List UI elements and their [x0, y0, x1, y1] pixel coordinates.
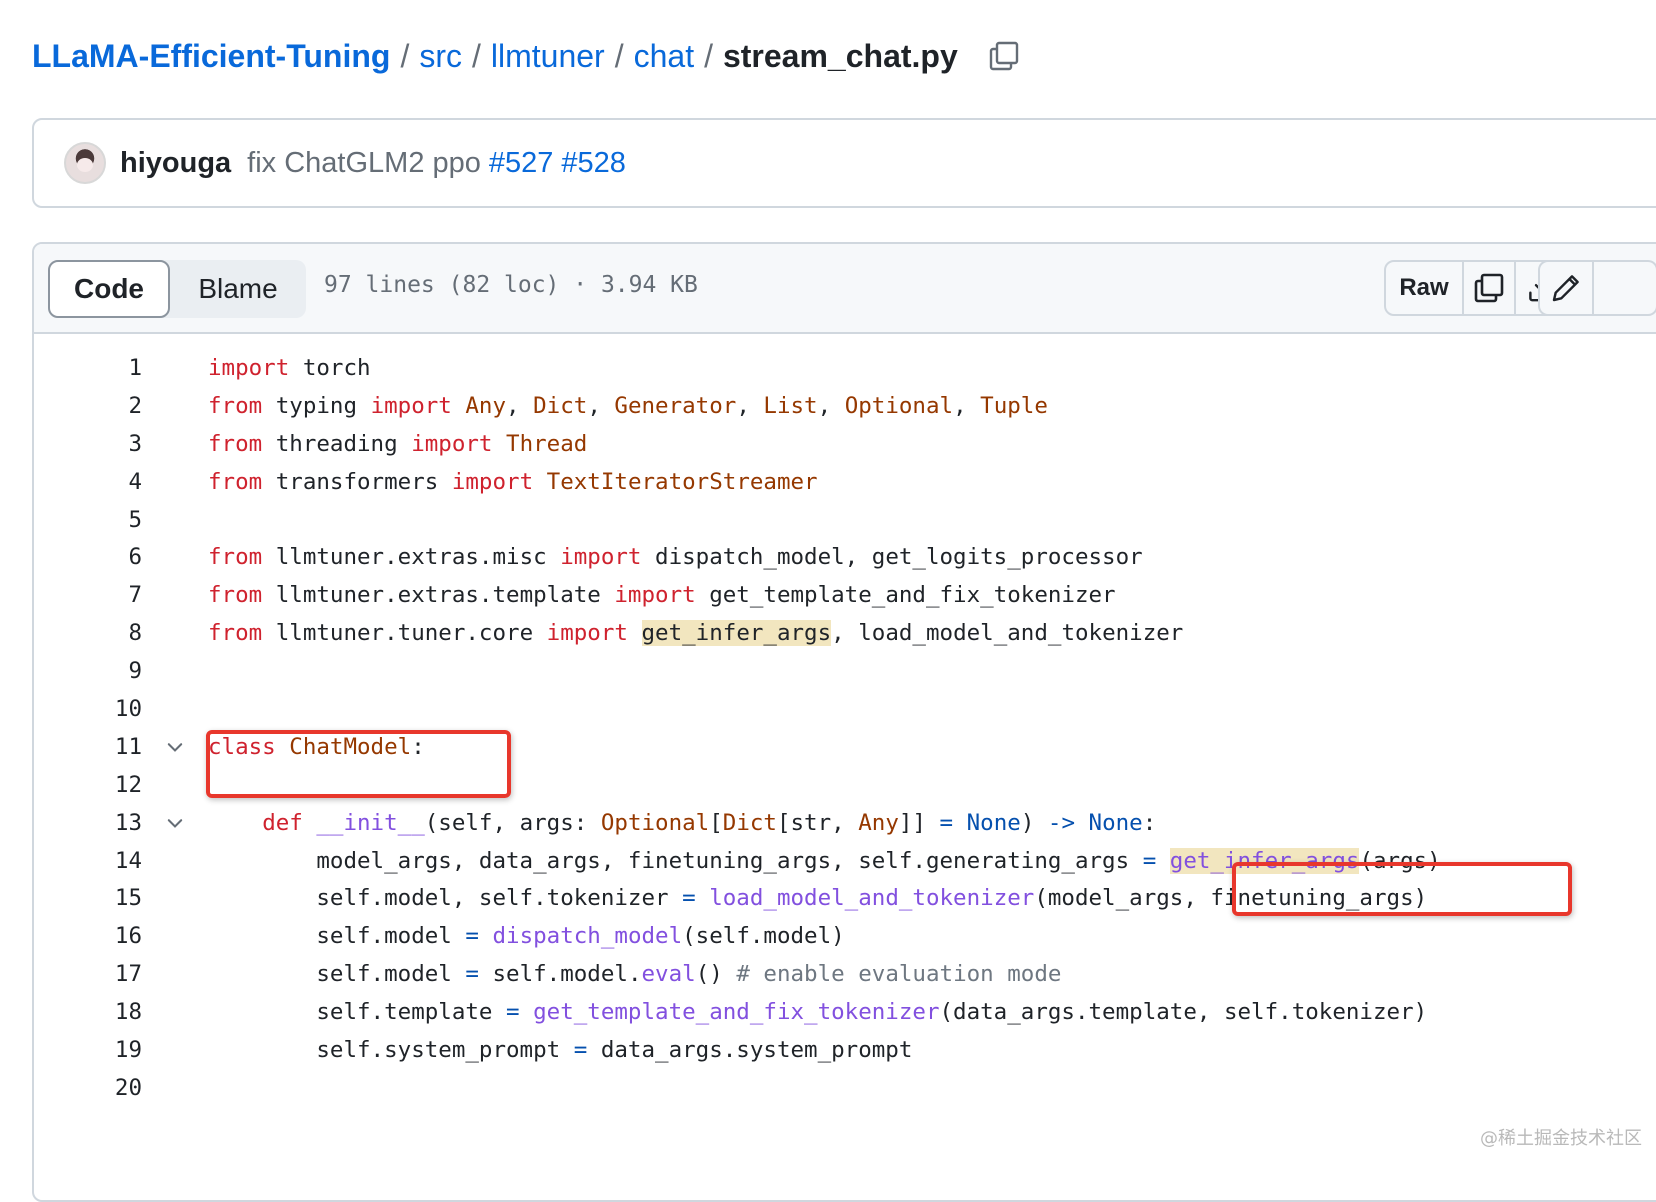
breadcrumb-file-name: stream_chat.py: [722, 37, 958, 74]
breadcrumb-separator: /: [472, 37, 481, 74]
edit-actions-group: [1538, 260, 1656, 316]
code-text: self.model = self.model.eval() # enable …: [208, 961, 1062, 988]
line-number[interactable]: 19: [34, 1037, 142, 1063]
avatar[interactable]: [64, 142, 106, 184]
code-line: 7 from llmtuner.extras.template import g…: [34, 576, 1656, 614]
code-text: self.system_prompt = data_args.system_pr…: [208, 1036, 913, 1063]
breadcrumb-repo-link[interactable]: LLaMA-Efficient-Tuning: [32, 38, 390, 75]
commit-ref-link[interactable]: #527: [489, 147, 554, 180]
breadcrumb-separator: /: [614, 37, 624, 74]
tab-code[interactable]: Code: [48, 260, 170, 318]
breadcrumb-separator: /: [400, 37, 410, 74]
file-info: 97 lines (82 loc) · 3.94 KB: [324, 272, 698, 298]
line-number[interactable]: 11: [34, 734, 142, 760]
code-line: 3 from threading import Thread: [34, 425, 1656, 463]
line-number[interactable]: 8: [34, 620, 142, 646]
breadcrumb: LLaMA-Efficient-Tuning / src / llmtuner …: [32, 30, 1022, 82]
copy-icon: [989, 41, 1018, 71]
code-line: 2 from typing import Any, Dict, Generato…: [34, 387, 1656, 425]
code-text: from threading import Thread: [208, 430, 588, 457]
edit-file-button[interactable]: [1540, 262, 1594, 314]
code-line: 1 import torch: [34, 349, 1656, 387]
fold-toggle[interactable]: [142, 812, 208, 834]
file-header: Code Blame 97 lines (82 loc) · 3.94 KB R…: [34, 244, 1656, 334]
line-number[interactable]: 16: [34, 923, 142, 949]
line-number[interactable]: 12: [34, 772, 142, 798]
line-number[interactable]: 18: [34, 999, 142, 1025]
code-line: 16 self.model = dispatch_model(self.mode…: [34, 917, 1656, 955]
line-number[interactable]: 5: [34, 507, 142, 533]
code-line: 17 self.model = self.model.eval() # enab…: [34, 955, 1656, 993]
code-line: 9: [34, 652, 1656, 690]
code-line: 19 self.system_prompt = data_args.system…: [34, 1031, 1656, 1069]
copy-path-button[interactable]: [986, 38, 1022, 74]
code-text: import torch: [208, 354, 371, 381]
code-line: 13 def __init__(self, args: Optional[Dic…: [34, 804, 1656, 842]
tab-blame[interactable]: Blame: [170, 260, 306, 318]
code-text: from llmtuner.extras.misc import dispatc…: [208, 544, 1143, 571]
file-viewer: Code Blame 97 lines (82 loc) · 3.94 KB R…: [32, 242, 1656, 1202]
commit-author-link[interactable]: hiyouga: [120, 147, 231, 180]
line-number[interactable]: 17: [34, 961, 142, 987]
latest-commit-bar: hiyouga fix ChatGLM2 ppo #527 #528: [32, 118, 1656, 208]
annotation-box-class-chatmodel: [206, 730, 511, 798]
line-number[interactable]: 9: [34, 658, 142, 684]
code-line: 20: [34, 1069, 1656, 1107]
commit-ref-link[interactable]: #528: [561, 147, 626, 180]
raw-button[interactable]: Raw: [1386, 262, 1464, 314]
code-text: from typing import Any, Dict, Generator,…: [208, 392, 1048, 419]
line-number[interactable]: 6: [34, 544, 142, 570]
code-text: from llmtuner.tuner.core import get_infe…: [208, 620, 1184, 647]
pencil-icon: [1552, 275, 1579, 302]
code-text: def __init__(self, args: Optional[Dict[s…: [262, 809, 1157, 836]
fold-toggle[interactable]: [142, 736, 208, 758]
chevron-down-icon: [167, 818, 183, 828]
code-text: from llmtuner.extras.template import get…: [208, 582, 1116, 609]
code-line: 18 self.template = get_template_and_fix_…: [34, 993, 1656, 1031]
code-line: 5: [34, 501, 1656, 539]
line-number[interactable]: 7: [34, 582, 142, 608]
code-line: 6 from llmtuner.extras.misc import dispa…: [34, 538, 1656, 576]
line-number[interactable]: 13: [34, 810, 142, 836]
commit-message[interactable]: fix ChatGLM2 ppo: [247, 147, 481, 180]
code-text: self.model = dispatch_model(self.model): [208, 923, 845, 950]
watermark: @稀土掘金技术社区: [1480, 1128, 1642, 1149]
line-number[interactable]: 1: [34, 355, 142, 381]
copy-icon: [1474, 273, 1504, 303]
copy-raw-button[interactable]: [1464, 262, 1516, 314]
chevron-down-icon: [167, 743, 183, 752]
breadcrumb-separator: /: [704, 37, 713, 74]
code-view: 1 import torch 2 from typing import Any,…: [34, 334, 1656, 1107]
breadcrumb-dir-llmtuner[interactable]: llmtuner: [491, 38, 605, 75]
line-number[interactable]: 20: [34, 1075, 142, 1101]
code-text: from transformers import TextIteratorStr…: [208, 468, 818, 495]
breadcrumb-dir-src[interactable]: src: [419, 38, 462, 75]
code-line: 4 from transformers import TextIteratorS…: [34, 463, 1656, 501]
line-number[interactable]: 10: [34, 696, 142, 722]
code-line: 8 from llmtuner.tuner.core import get_in…: [34, 614, 1656, 652]
code-line: 10: [34, 690, 1656, 728]
view-toggle: Code Blame: [48, 260, 306, 318]
line-number[interactable]: 4: [34, 469, 142, 495]
line-number[interactable]: 3: [34, 431, 142, 457]
annotation-box-get-infer-args: [1232, 862, 1572, 916]
breadcrumb-dir-chat[interactable]: chat: [634, 38, 694, 75]
line-number[interactable]: 15: [34, 885, 142, 911]
code-text: self.template = get_template_and_fix_tok…: [208, 999, 1428, 1026]
line-number[interactable]: 14: [34, 848, 142, 874]
line-number[interactable]: 2: [34, 393, 142, 419]
